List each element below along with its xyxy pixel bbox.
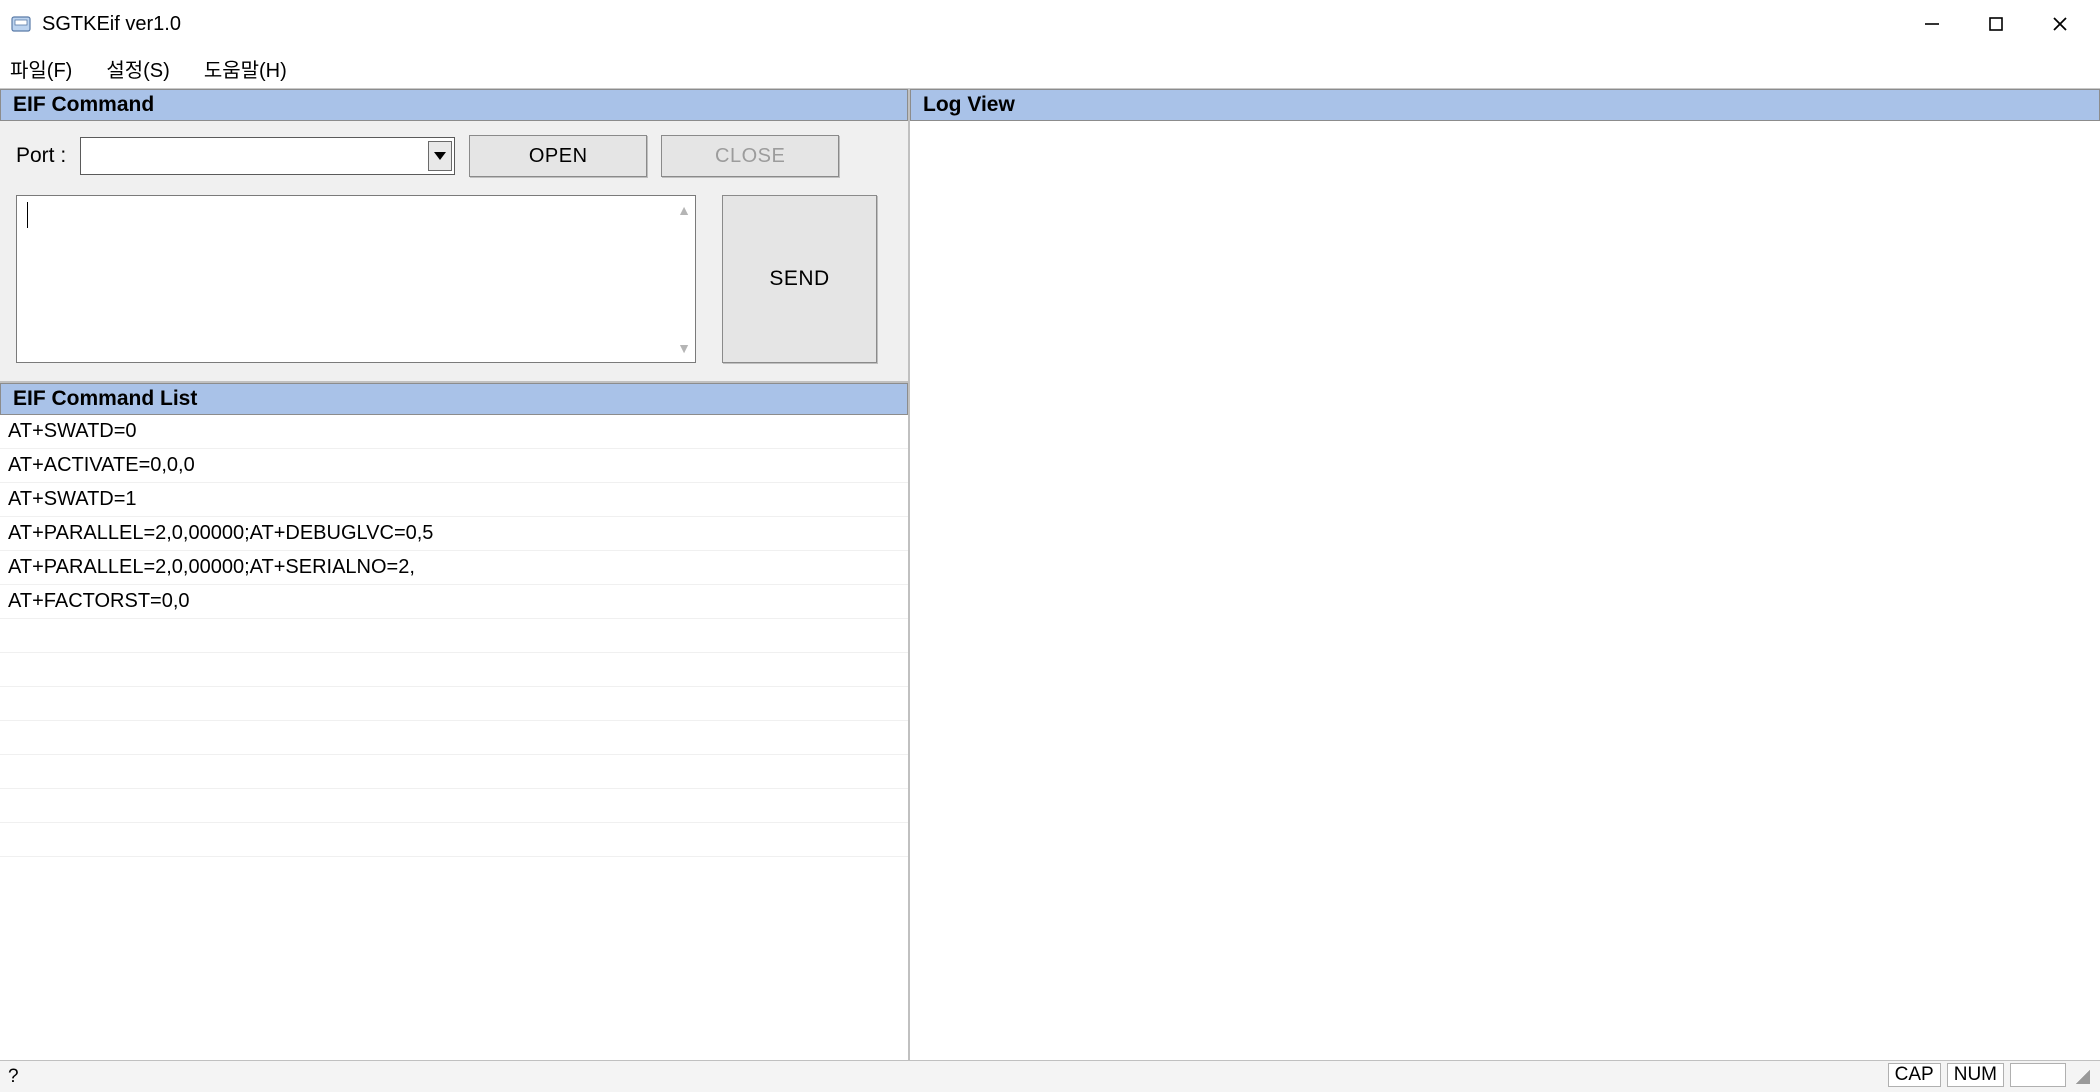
list-item[interactable]: . bbox=[0, 687, 908, 721]
menu-help[interactable]: 도움말(H) bbox=[200, 50, 291, 87]
list-item[interactable]: AT+FACTORST=0,0 bbox=[0, 585, 908, 619]
window-controls bbox=[1900, 4, 2092, 44]
list-item[interactable]: . bbox=[0, 823, 908, 857]
maximize-button[interactable] bbox=[1964, 4, 2028, 44]
open-button[interactable]: OPEN bbox=[469, 135, 647, 177]
chevron-down-icon bbox=[428, 141, 452, 171]
list-item[interactable]: AT+PARALLEL=2,0,00000;AT+SERIALNO=2, bbox=[0, 551, 908, 585]
list-item[interactable]: . bbox=[0, 789, 908, 823]
list-item[interactable]: AT+SWATD=0 bbox=[0, 415, 908, 449]
eif-command-header: EIF Command bbox=[0, 89, 908, 121]
close-button-port[interactable]: CLOSE bbox=[661, 135, 839, 177]
eif-command-list-header: EIF Command List bbox=[0, 383, 908, 415]
log-view-body bbox=[910, 121, 2100, 1060]
status-empty bbox=[2010, 1063, 2066, 1087]
menu-bar: 파일(F) 설정(S) 도움말(H) bbox=[0, 48, 2100, 88]
list-item[interactable]: . bbox=[0, 721, 908, 755]
list-item[interactable]: AT+SWATD=1 bbox=[0, 483, 908, 517]
log-view-header: Log View bbox=[910, 89, 2100, 121]
command-input[interactable]: ▲ ▼ bbox=[16, 195, 696, 363]
list-item[interactable]: AT+ACTIVATE=0,0,0 bbox=[0, 449, 908, 483]
command-list-body: AT+SWATD=0 AT+ACTIVATE=0,0,0 AT+SWATD=1 … bbox=[0, 415, 908, 1060]
right-column: Log View bbox=[910, 89, 2100, 1060]
left-column: EIF Command Port : OPEN CLOSE bbox=[0, 89, 910, 1060]
close-button[interactable] bbox=[2028, 4, 2092, 44]
status-left: ? bbox=[8, 1066, 19, 1088]
scroll-up-icon[interactable]: ▲ bbox=[677, 202, 691, 218]
close-button-label: CLOSE bbox=[715, 145, 785, 168]
open-button-label: OPEN bbox=[529, 145, 588, 168]
port-label: Port : bbox=[16, 144, 66, 168]
scroll-down-icon[interactable]: ▼ bbox=[677, 340, 691, 356]
window-title: SGTKEif ver1.0 bbox=[42, 13, 181, 36]
status-cap: CAP bbox=[1888, 1063, 1941, 1087]
status-bar: ? CAP NUM bbox=[0, 1060, 2100, 1092]
status-num: NUM bbox=[1947, 1063, 2004, 1087]
content-area: EIF Command Port : OPEN CLOSE bbox=[0, 88, 2100, 1060]
text-caret bbox=[27, 202, 28, 228]
resize-grip-icon[interactable] bbox=[2072, 1066, 2090, 1084]
list-item[interactable]: . bbox=[0, 755, 908, 789]
list-item[interactable]: . bbox=[0, 619, 908, 653]
minimize-button[interactable] bbox=[1900, 4, 1964, 44]
menu-settings[interactable]: 설정(S) bbox=[102, 50, 173, 87]
app-icon bbox=[10, 13, 32, 35]
send-button-label: SEND bbox=[769, 267, 829, 291]
title-bar: SGTKEif ver1.0 bbox=[0, 0, 2100, 48]
list-item[interactable]: . bbox=[0, 653, 908, 687]
menu-file[interactable]: 파일(F) bbox=[6, 50, 76, 87]
list-item[interactable]: AT+PARALLEL=2,0,00000;AT+DEBUGLVC=0,5 bbox=[0, 517, 908, 551]
eif-command-body: Port : OPEN CLOSE ▲ bbox=[0, 121, 908, 383]
send-button[interactable]: SEND bbox=[722, 195, 877, 363]
command-row: ▲ ▼ SEND bbox=[16, 195, 892, 363]
port-combobox[interactable] bbox=[80, 137, 455, 175]
port-row: Port : OPEN CLOSE bbox=[16, 135, 892, 177]
